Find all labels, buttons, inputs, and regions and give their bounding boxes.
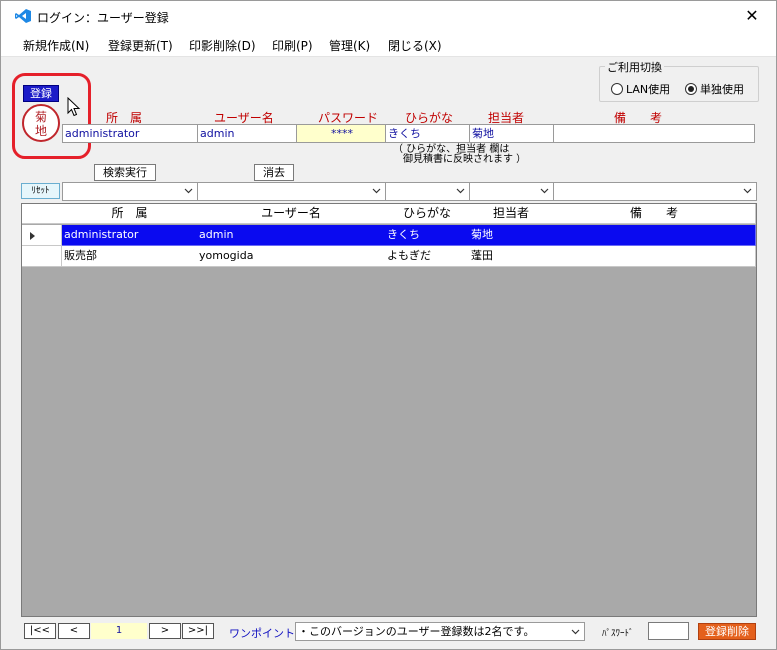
menu-print[interactable]: 印刷(P)	[272, 37, 313, 54]
radio-lan[interactable]: LAN使用	[611, 81, 670, 97]
seal-character: 菊	[34, 110, 47, 124]
grid-header-kana[interactable]: ひらがな	[385, 204, 470, 224]
cell-person[interactable]: 蓬田	[469, 246, 554, 267]
filter-person-dropdown[interactable]	[469, 182, 554, 201]
mouse-cursor-icon	[67, 97, 81, 117]
title-bar: ログイン：ユーザー登録 ✕	[1, 1, 776, 31]
seal-stamp[interactable]: 菊地	[22, 104, 60, 142]
cell-dept[interactable]: administrator	[62, 225, 198, 246]
chevron-down-icon	[372, 188, 381, 194]
tip-text: ・このバージョンのユーザー登録数は2名です。	[298, 625, 535, 638]
tip-dropdown[interactable]: ・このバージョンのユーザー登録数は2名です。	[295, 622, 585, 641]
reset-button[interactable]: ﾘｾｯﾄ	[21, 183, 60, 199]
footer-bar: |<< < 1 > >>| ワンポイント: ・このバージョンのユーザー登録数は2…	[1, 620, 776, 644]
cell-kana[interactable]: よもぎだ	[385, 246, 470, 267]
cell-note[interactable]	[553, 225, 756, 246]
clear-button[interactable]: 消去	[254, 164, 294, 181]
kana-field[interactable]: きくち	[385, 124, 470, 143]
grid-header-dept[interactable]: 所 属	[62, 204, 198, 224]
page-number: 1	[91, 623, 147, 639]
radio-standalone-dot	[685, 83, 697, 95]
table-row[interactable]: administrator admin きくち 菊地	[22, 225, 756, 246]
menu-manage[interactable]: 管理(K)	[329, 37, 370, 54]
seal-character: 地	[34, 124, 47, 138]
cell-kana[interactable]: きくち	[385, 225, 470, 246]
cell-dept[interactable]: 販売部	[62, 246, 198, 267]
filter-kana-dropdown[interactable]	[385, 182, 470, 201]
chevron-down-icon	[456, 188, 465, 194]
kana-person-hint: （ ひらがな、担当者 欄は 御見積書に反映されます ）	[393, 145, 526, 165]
search-button[interactable]: 検索実行	[94, 164, 156, 181]
window-title: ログイン：ユーザー登録	[37, 11, 169, 25]
hint-line-2: 御見積書に反映されます ）	[393, 154, 527, 165]
radio-lan-label: LAN使用	[626, 83, 671, 96]
cell-person[interactable]: 菊地	[469, 225, 554, 246]
note-field[interactable]	[553, 124, 755, 143]
filter-username-dropdown[interactable]	[197, 182, 386, 201]
dept-field[interactable]: administrator	[62, 124, 198, 143]
chevron-down-icon	[571, 629, 580, 635]
filter-note-dropdown[interactable]	[553, 182, 757, 201]
cell-username[interactable]: admin	[197, 225, 386, 246]
cell-note[interactable]	[553, 246, 756, 267]
close-icon[interactable]: ✕	[738, 4, 766, 28]
delete-registration-button[interactable]: 登録削除	[698, 623, 756, 640]
visual-studio-icon	[15, 9, 31, 23]
chevron-down-icon	[184, 188, 193, 194]
tip-label: ワンポイント:	[229, 627, 299, 640]
username-field[interactable]: admin	[197, 124, 297, 143]
row-selector[interactable]	[22, 246, 62, 267]
menu-new[interactable]: 新規作成(N)	[23, 37, 89, 54]
main-content: ご利用切換 LAN使用 単独使用 登録 菊地 所 属 ユーザー名 パスワード ひ…	[1, 57, 776, 649]
grid-header-note[interactable]: 備 考	[553, 204, 756, 224]
nav-last-button[interactable]: >>|	[182, 623, 214, 639]
radio-standalone[interactable]: 単独使用	[685, 81, 744, 97]
footer-password-input[interactable]	[648, 622, 689, 640]
user-grid[interactable]: 所 属 ユーザー名 ひらがな 担当者 備 考 administrator adm…	[21, 203, 757, 617]
table-row[interactable]: 販売部 yomogida よもぎだ 蓬田	[22, 246, 756, 267]
grid-header-username[interactable]: ユーザー名	[197, 204, 386, 224]
usage-mode-legend: ご利用切換	[605, 59, 664, 75]
current-row-arrow-icon	[30, 232, 35, 240]
usage-mode-group: ご利用切換 LAN使用 単独使用	[599, 59, 759, 102]
chevron-down-icon	[540, 188, 549, 194]
nav-prev-button[interactable]: <	[58, 623, 90, 639]
radio-lan-dot	[611, 83, 623, 95]
cell-username[interactable]: yomogida	[197, 246, 386, 267]
menu-close[interactable]: 閉じる(X)	[388, 37, 442, 54]
footer-password-label: ﾊﾟｽﾜｰﾄﾞ	[602, 629, 634, 639]
radio-standalone-label: 単独使用	[700, 83, 744, 96]
register-button[interactable]: 登録	[23, 85, 59, 102]
menu-delete-seal[interactable]: 印影削除(D)	[189, 37, 256, 54]
menu-bar: 新規作成(N) 登録更新(T) 印影削除(D) 印刷(P) 管理(K) 閉じる(…	[1, 31, 776, 57]
person-field[interactable]: 菊地	[469, 124, 554, 143]
password-field[interactable]: ****	[296, 124, 386, 143]
nav-first-button[interactable]: |<<	[24, 623, 56, 639]
menu-update[interactable]: 登録更新(T)	[108, 37, 173, 54]
chevron-down-icon	[743, 188, 752, 194]
grid-corner-header	[22, 204, 63, 224]
app-window: ログイン：ユーザー登録 ✕ 新規作成(N) 登録更新(T) 印影削除(D) 印刷…	[0, 0, 777, 650]
row-selector[interactable]	[22, 225, 62, 246]
nav-next-button[interactable]: >	[149, 623, 181, 639]
filter-dept-dropdown[interactable]	[62, 182, 198, 201]
grid-header-person[interactable]: 担当者	[469, 204, 554, 224]
